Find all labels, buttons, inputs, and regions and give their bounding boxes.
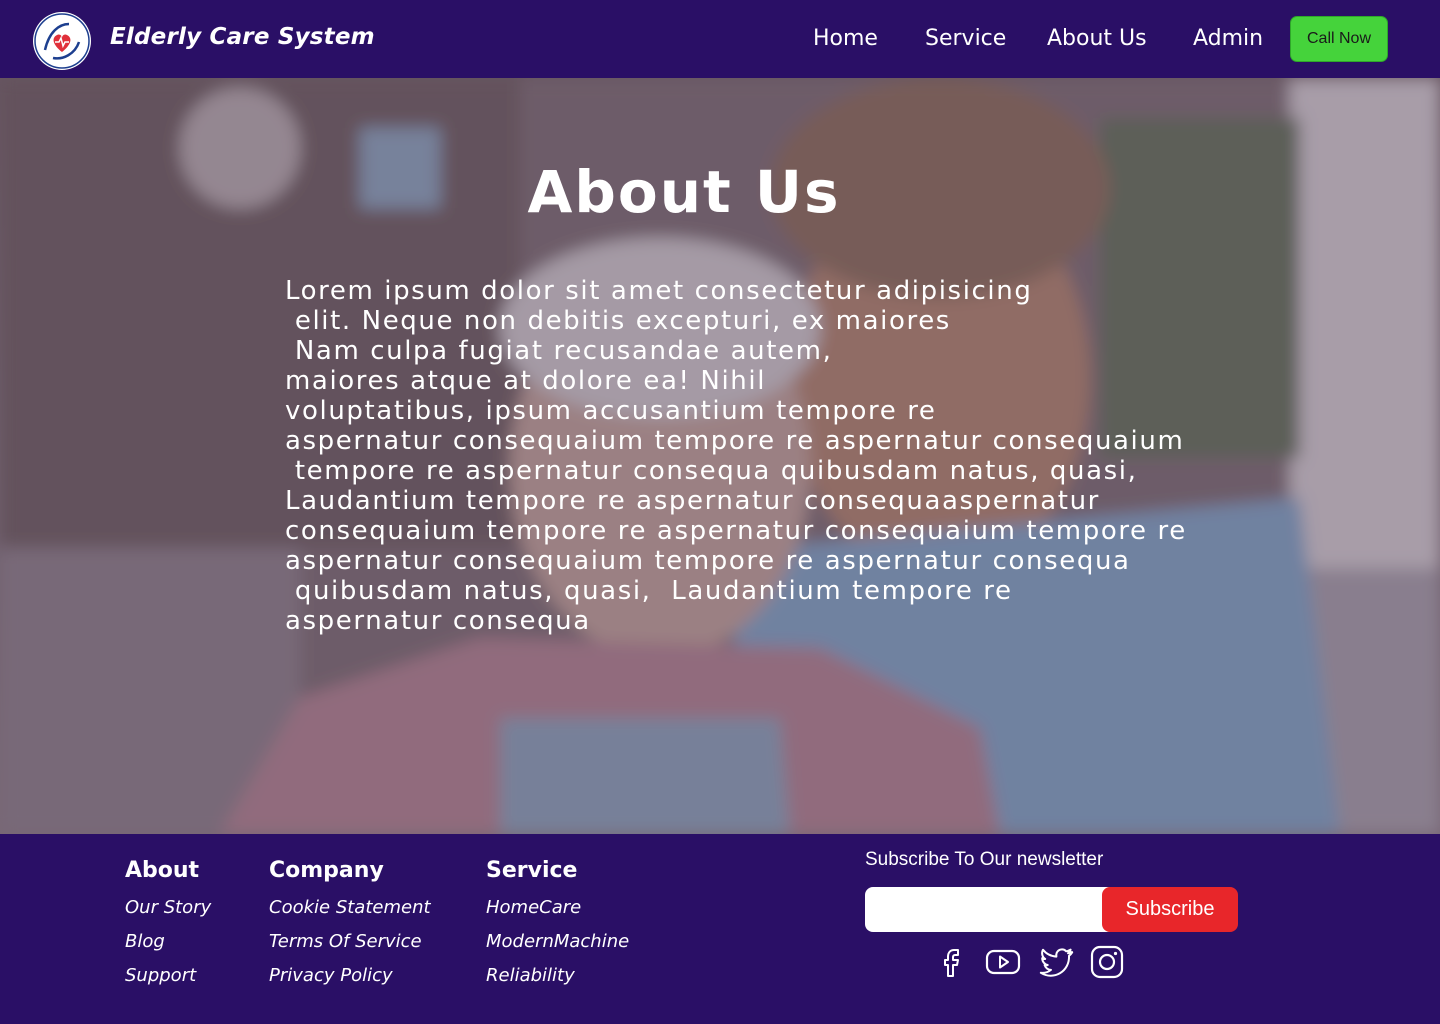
nav-admin[interactable]: Admin xyxy=(1193,26,1263,51)
footer-link-our-story[interactable]: Our Story xyxy=(125,897,211,918)
instagram-icon[interactable] xyxy=(1089,944,1125,980)
footer-link-blog[interactable]: Blog xyxy=(125,931,165,952)
logo[interactable] xyxy=(33,12,91,70)
call-now-button[interactable]: Call Now xyxy=(1290,16,1388,62)
twitter-icon[interactable] xyxy=(1039,944,1075,980)
footer-service-title: Service xyxy=(486,858,578,883)
nav-about-us[interactable]: About Us xyxy=(1047,26,1147,51)
nav-home[interactable]: Home xyxy=(813,26,878,51)
footer-link-privacy-policy[interactable]: Privacy Policy xyxy=(269,965,393,986)
facebook-icon[interactable] xyxy=(933,944,969,980)
about-description: Lorem ipsum dolor sit amet consectetur a… xyxy=(285,276,1187,636)
heart-logo-icon xyxy=(34,13,90,69)
page-title: About Us xyxy=(527,158,841,226)
hero-section: About Us Lorem ipsum dolor sit amet cons… xyxy=(0,78,1440,834)
footer-company-title: Company xyxy=(269,858,384,883)
top-navbar: Elderly Care System Home Service About U… xyxy=(0,0,1440,78)
newsletter-email-input[interactable] xyxy=(865,887,1140,932)
footer-link-reliability[interactable]: Reliability xyxy=(486,965,575,986)
footer-link-terms-of-service[interactable]: Terms Of Service xyxy=(269,931,422,952)
footer: About Our Story Blog Support Company Coo… xyxy=(0,834,1440,1024)
footer-link-support[interactable]: Support xyxy=(125,965,196,986)
footer-about-title: About xyxy=(125,858,200,883)
footer-link-homecare[interactable]: HomeCare xyxy=(486,897,581,918)
youtube-icon[interactable] xyxy=(985,944,1021,980)
subscribe-button[interactable]: Subscribe xyxy=(1102,887,1238,932)
nav-service[interactable]: Service xyxy=(925,26,1006,51)
footer-link-modernmachine[interactable]: ModernMachine xyxy=(486,931,629,952)
brand-name: Elderly Care System xyxy=(110,24,375,50)
newsletter-label: Subscribe To Our newsletter xyxy=(865,849,1104,870)
footer-link-cookie-statement[interactable]: Cookie Statement xyxy=(269,897,431,918)
